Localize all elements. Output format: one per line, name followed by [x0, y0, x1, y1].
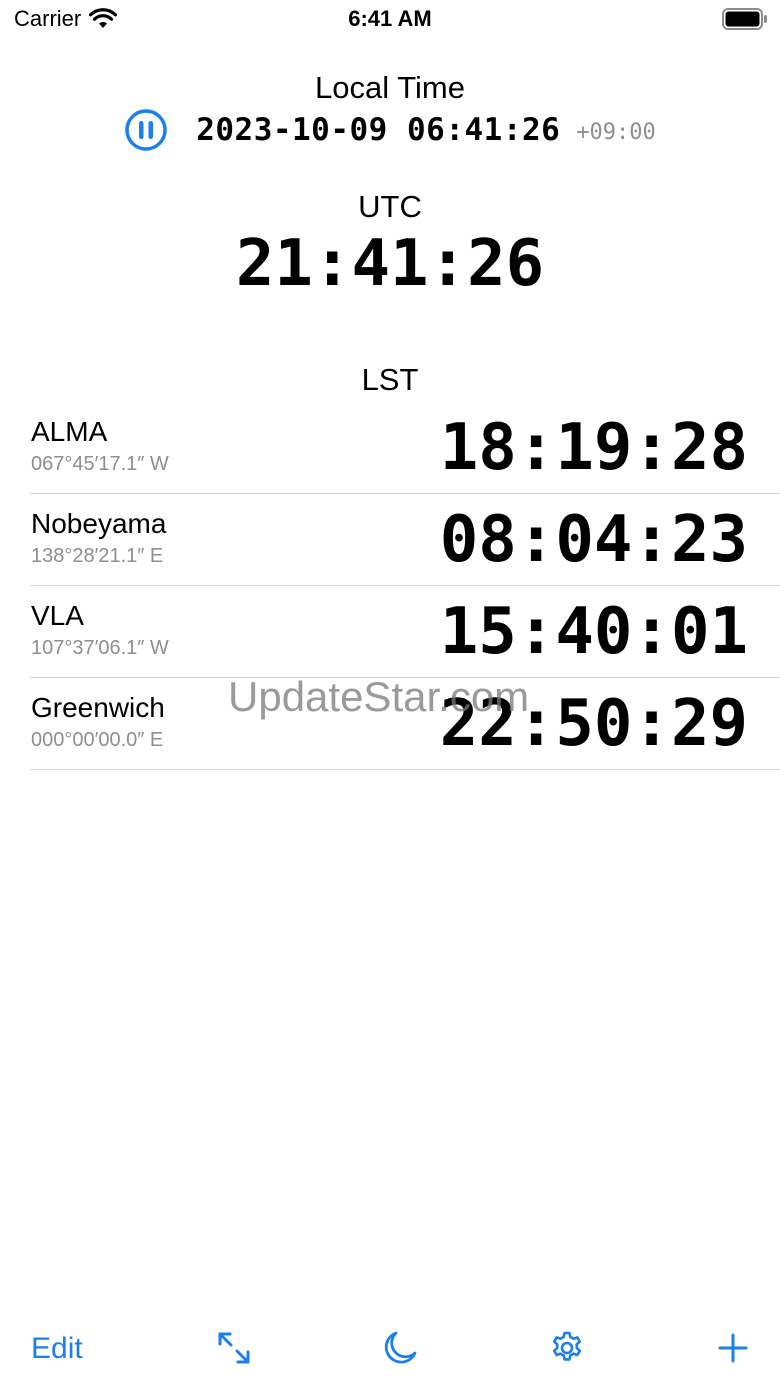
- local-datetime: 2023-10-09 06:41:26: [196, 112, 561, 148]
- night-mode-button[interactable]: [382, 1330, 418, 1366]
- station-list: ALMA 067°45′17.1″ W 18:19:28 Nobeyama 13…: [30, 402, 780, 770]
- app-screen: Carrier 6:41 AM Local Time 2023-10-09 06…: [0, 0, 780, 1387]
- station-longitude: 138°28′21.1″ E: [31, 545, 164, 567]
- status-clock: 6:41 AM: [348, 6, 432, 31]
- station-longitude: 107°37′06.1″ W: [31, 637, 169, 659]
- pause-button[interactable]: [124, 108, 168, 152]
- station-name: Greenwich: [31, 692, 165, 723]
- add-station-button[interactable]: [716, 1330, 750, 1366]
- station-lst-time: 22:50:29: [439, 687, 748, 761]
- station-lst-time: 18:19:28: [439, 411, 748, 485]
- station-name: ALMA: [31, 416, 108, 447]
- local-time-row: 2023-10-09 06:41:26 +09:00: [0, 108, 780, 152]
- pause-circle-icon: [125, 109, 167, 151]
- expand-button[interactable]: [216, 1330, 252, 1366]
- battery-icon: [722, 8, 768, 35]
- bottom-toolbar: Edit: [0, 1320, 780, 1380]
- expand-icon: [218, 1332, 250, 1364]
- utc-label: UTC: [358, 189, 422, 224]
- local-time-label: Local Time: [315, 70, 465, 105]
- utc-time: 21:41:26: [235, 227, 545, 301]
- station-lst-time: 08:04:23: [439, 503, 748, 577]
- station-row-nobeyama[interactable]: Nobeyama 138°28′21.1″ E 08:04:23: [30, 494, 780, 586]
- edit-button[interactable]: Edit: [31, 1332, 83, 1366]
- station-longitude: 067°45′17.1″ W: [31, 453, 169, 475]
- lst-label: LST: [361, 362, 419, 397]
- status-bar: Carrier 6:41 AM: [0, 0, 780, 40]
- station-name: Nobeyama: [31, 508, 167, 539]
- station-row-vla[interactable]: VLA 107°37′06.1″ W 15:40:01: [30, 586, 780, 678]
- station-longitude: 000°00′00.0″ E: [31, 729, 164, 751]
- local-utc-offset: +09:00: [576, 119, 656, 145]
- station-row-greenwich[interactable]: Greenwich 000°00′00.0″ E 22:50:29: [30, 678, 780, 770]
- settings-button[interactable]: [549, 1330, 585, 1366]
- moon-icon: [384, 1331, 417, 1364]
- gear-icon: [552, 1331, 582, 1361]
- plus-icon: [718, 1333, 748, 1363]
- station-row-alma[interactable]: ALMA 067°45′17.1″ W 18:19:28: [30, 402, 780, 494]
- station-lst-time: 15:40:01: [439, 595, 748, 669]
- station-name: VLA: [31, 600, 84, 631]
